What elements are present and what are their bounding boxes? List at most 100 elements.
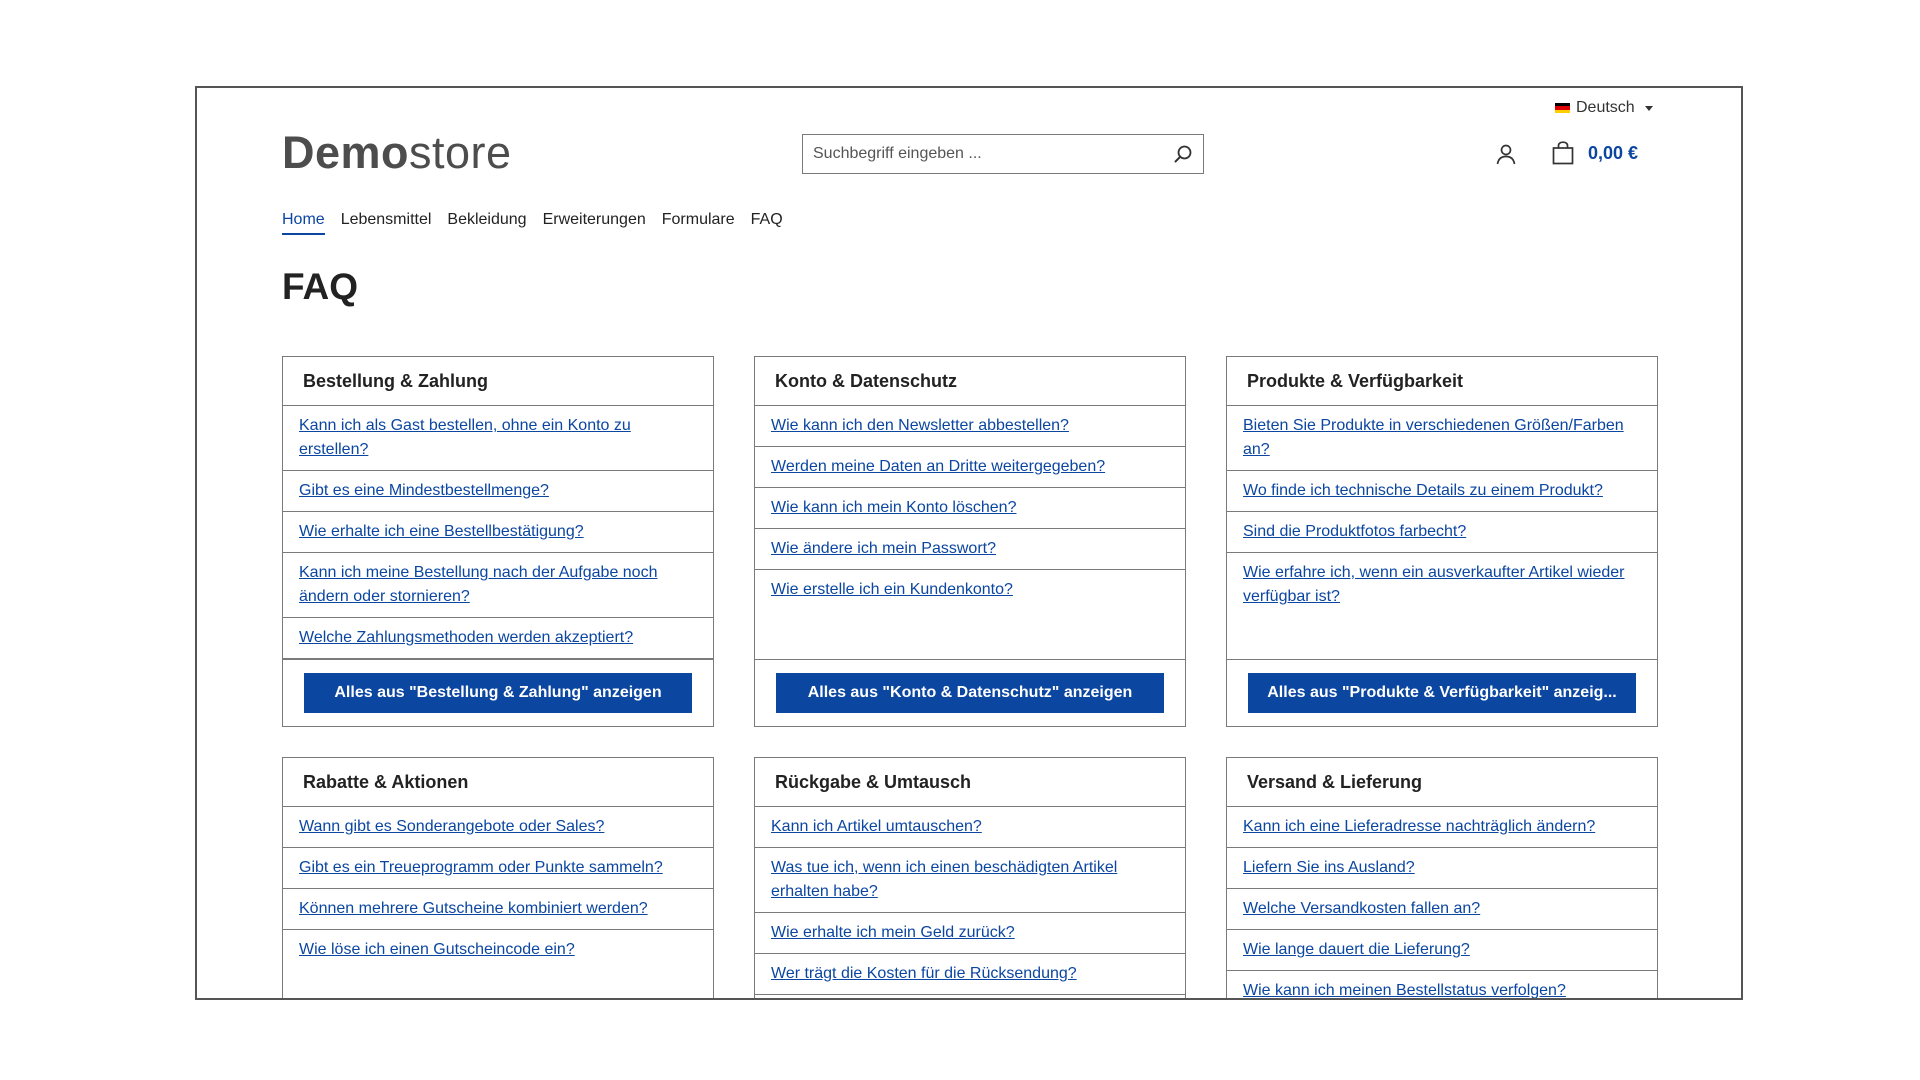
faq-link[interactable]: Wie kann ich mein Konto löschen? [771, 499, 1016, 516]
page-title: FAQ [282, 266, 359, 307]
caret-down-icon [1644, 105, 1653, 111]
card-footer: Alles aus "Bestellung & Zahlung" anzeige… [283, 659, 713, 726]
faq-list-item: Wie erfahre ich, wenn ein ausverkaufter … [1227, 553, 1657, 617]
faq-link[interactable]: Wie erhalte ich eine Bestellbestätigung? [299, 523, 584, 540]
faq-link[interactable]: Sind die Produktfotos farbecht? [1243, 523, 1466, 540]
nav-item-faq[interactable]: FAQ [751, 211, 783, 235]
faq-link[interactable]: Gibt es ein Treueprogramm oder Punkte sa… [299, 859, 663, 876]
faq-list: Kann ich eine Lieferadresse nachträglich… [1227, 807, 1657, 998]
faq-link[interactable]: Gibt es eine Mindestbestellmenge? [299, 482, 549, 499]
faq-list-item: Werden meine Daten an Dritte weitergegeb… [755, 447, 1185, 488]
faq-card-produkte-verfuegbarkeit: Produkte & Verfügbarkeit Bieten Sie Prod… [1226, 356, 1658, 727]
browser-viewport: Deutsch Demostore 0,00 € Home Lebensmitt… [195, 86, 1743, 1000]
show-all-konto-button[interactable]: Alles aus "Konto & Datenschutz" anzeigen [776, 673, 1164, 713]
search-icon [1174, 145, 1192, 163]
faq-list-item: Wie lange dauert die Lieferung? [1227, 930, 1657, 971]
faq-link[interactable]: Liefern Sie ins Ausland? [1243, 859, 1415, 876]
user-icon [1496, 144, 1516, 165]
german-flag-icon [1555, 103, 1570, 113]
card-title: Konto & Datenschutz [755, 357, 1185, 406]
faq-list-item: Wer trägt die Kosten für die Rücksendung… [755, 954, 1185, 995]
faq-link[interactable]: Welche Versandkosten fallen an? [1243, 900, 1480, 917]
faq-list-item: Liefern Sie ins Ausland? [1227, 848, 1657, 889]
faq-link[interactable]: Wie kann ich den Newsletter abbestellen? [771, 417, 1069, 434]
faq-list-item: Was tue ich, wenn ich einen beschädigten… [755, 848, 1185, 913]
faq-link[interactable]: Kann ich eine Lieferadresse nachträglich… [1243, 818, 1595, 835]
faq-card-bestellung-zahlung: Bestellung & Zahlung Kann ich als Gast b… [282, 356, 714, 727]
faq-list-item: Welche Versandkosten fallen an? [1227, 889, 1657, 930]
faq-list: Kann ich als Gast bestellen, ohne ein Ko… [283, 406, 713, 659]
faq-card-rabatte-aktionen: Rabatte & Aktionen Wann gibt es Sonderan… [282, 757, 714, 998]
faq-link[interactable]: Was tue ich, wenn ich einen beschädigten… [771, 859, 1117, 900]
faq-list-item: Wie erhalte ich eine Bestellbestätigung? [283, 512, 713, 553]
show-all-bestellung-button[interactable]: Alles aus "Bestellung & Zahlung" anzeige… [304, 673, 692, 713]
nav-item-home[interactable]: Home [282, 211, 325, 235]
faq-link[interactable]: Wie erstelle ich ein Kundenkonto? [771, 581, 1013, 598]
search-input[interactable] [803, 135, 1163, 173]
faq-list-item: Wo finde ich technische Details zu einem… [1227, 471, 1657, 512]
faq-link[interactable]: Wer trägt die Kosten für die Rücksendung… [771, 965, 1077, 982]
faq-link[interactable]: Wie löse ich einen Gutscheincode ein? [299, 941, 575, 958]
faq-link[interactable]: Wie erfahre ich, wenn ein ausverkaufter … [1243, 564, 1625, 605]
faq-list-item: Wie kann ich mein Konto löschen? [755, 488, 1185, 529]
nav-item-formulare[interactable]: Formulare [662, 211, 735, 235]
faq-list-item: Kann ich eine Lieferadresse nachträglich… [1227, 807, 1657, 848]
nav-item-lebensmittel[interactable]: Lebensmittel [341, 211, 432, 235]
account-button[interactable] [1495, 143, 1517, 170]
faq-link[interactable]: Wie lange dauert die Lieferung? [1243, 941, 1470, 958]
logo-regular-text: store [409, 127, 512, 178]
faq-list: Wann gibt es Sonderangebote oder Sales? … [283, 807, 713, 970]
faq-link[interactable]: Werden meine Daten an Dritte weitergegeb… [771, 458, 1105, 475]
nav-item-erweiterungen[interactable]: Erweiterungen [543, 211, 646, 235]
faq-link[interactable]: Wie ändere ich mein Passwort? [771, 540, 996, 557]
faq-link[interactable]: Wie erhalte ich mein Geld zurück? [771, 924, 1015, 941]
language-label: Deutsch [1576, 99, 1635, 116]
main-navigation: Home Lebensmittel Bekleidung Erweiterung… [282, 211, 783, 235]
faq-list-item: Kann ich meine Bestellung nach der Aufga… [283, 553, 713, 618]
faq-link[interactable]: Wann gibt es Sonderangebote oder Sales? [299, 818, 604, 835]
faq-list-item: Wie kann ich den Newsletter abbestellen? [755, 406, 1185, 447]
store-logo[interactable]: Demostore [282, 127, 512, 179]
faq-list-item: Wie löse ich einen Gutscheincode ein? [283, 930, 713, 970]
faq-list: Wie kann ich den Newsletter abbestellen?… [755, 406, 1185, 610]
faq-card-rueckgabe-umtausch: Rückgabe & Umtausch Kann ich Artikel umt… [754, 757, 1186, 998]
faq-link[interactable]: Kann ich Artikel umtauschen? [771, 818, 982, 835]
faq-link[interactable]: Bieten Sie Produkte in verschiedenen Grö… [1243, 417, 1624, 458]
shopping-bag-icon [1552, 141, 1574, 165]
faq-list-item: Sind die Produktfotos farbecht? [1227, 512, 1657, 553]
faq-list: Kann ich Artikel umtauschen? Was tue ich… [755, 807, 1185, 995]
card-title: Rabatte & Aktionen [283, 758, 713, 807]
cart-button[interactable]: 0,00 € [1552, 141, 1638, 165]
nav-item-bekleidung[interactable]: Bekleidung [447, 211, 526, 235]
card-title: Produkte & Verfügbarkeit [1227, 357, 1657, 406]
faq-link[interactable]: Können mehrere Gutscheine kombiniert wer… [299, 900, 648, 917]
logo-bold-text: Demo [282, 127, 410, 178]
faq-link[interactable]: Wie kann ich meinen Bestellstatus verfol… [1243, 982, 1566, 998]
faq-list-item: Wie erhalte ich mein Geld zurück? [755, 913, 1185, 954]
faq-list-item: Kann ich als Gast bestellen, ohne ein Ko… [283, 406, 713, 471]
faq-list-item: Wann gibt es Sonderangebote oder Sales? [283, 807, 713, 848]
show-all-produkte-button[interactable]: Alles aus "Produkte & Verfügbarkeit" anz… [1248, 673, 1636, 713]
card-title: Versand & Lieferung [1227, 758, 1657, 807]
faq-list-item: Kann ich Artikel umtauschen? [755, 807, 1185, 848]
faq-list: Bieten Sie Produkte in verschiedenen Grö… [1227, 406, 1657, 617]
faq-link[interactable]: Kann ich als Gast bestellen, ohne ein Ko… [299, 417, 631, 458]
search-button[interactable] [1163, 135, 1203, 173]
faq-list-item: Bieten Sie Produkte in verschiedenen Grö… [1227, 406, 1657, 471]
faq-list-item: Gibt es ein Treueprogramm oder Punkte sa… [283, 848, 713, 889]
language-switcher[interactable]: Deutsch [1555, 99, 1653, 117]
faq-link[interactable]: Welche Zahlungsmethoden werden akzeptier… [299, 629, 633, 646]
card-title: Bestellung & Zahlung [283, 357, 713, 406]
card-footer: Alles aus "Konto & Datenschutz" anzeigen [755, 659, 1185, 726]
faq-card-konto-datenschutz: Konto & Datenschutz Wie kann ich den New… [754, 356, 1186, 727]
faq-link[interactable]: Kann ich meine Bestellung nach der Aufga… [299, 564, 657, 605]
faq-list-item: Wie ändere ich mein Passwort? [755, 529, 1185, 570]
card-title: Rückgabe & Umtausch [755, 758, 1185, 807]
faq-card-versand-lieferung: Versand & Lieferung Kann ich eine Liefer… [1226, 757, 1658, 998]
faq-list-item: Wie erstelle ich ein Kundenkonto? [755, 570, 1185, 610]
faq-list-item: Wie kann ich meinen Bestellstatus verfol… [1227, 971, 1657, 998]
cart-total: 0,00 € [1588, 142, 1639, 163]
faq-list-item: Welche Zahlungsmethoden werden akzeptier… [283, 618, 713, 659]
faq-link[interactable]: Wo finde ich technische Details zu einem… [1243, 482, 1603, 499]
faq-list-item: Können mehrere Gutscheine kombiniert wer… [283, 889, 713, 930]
